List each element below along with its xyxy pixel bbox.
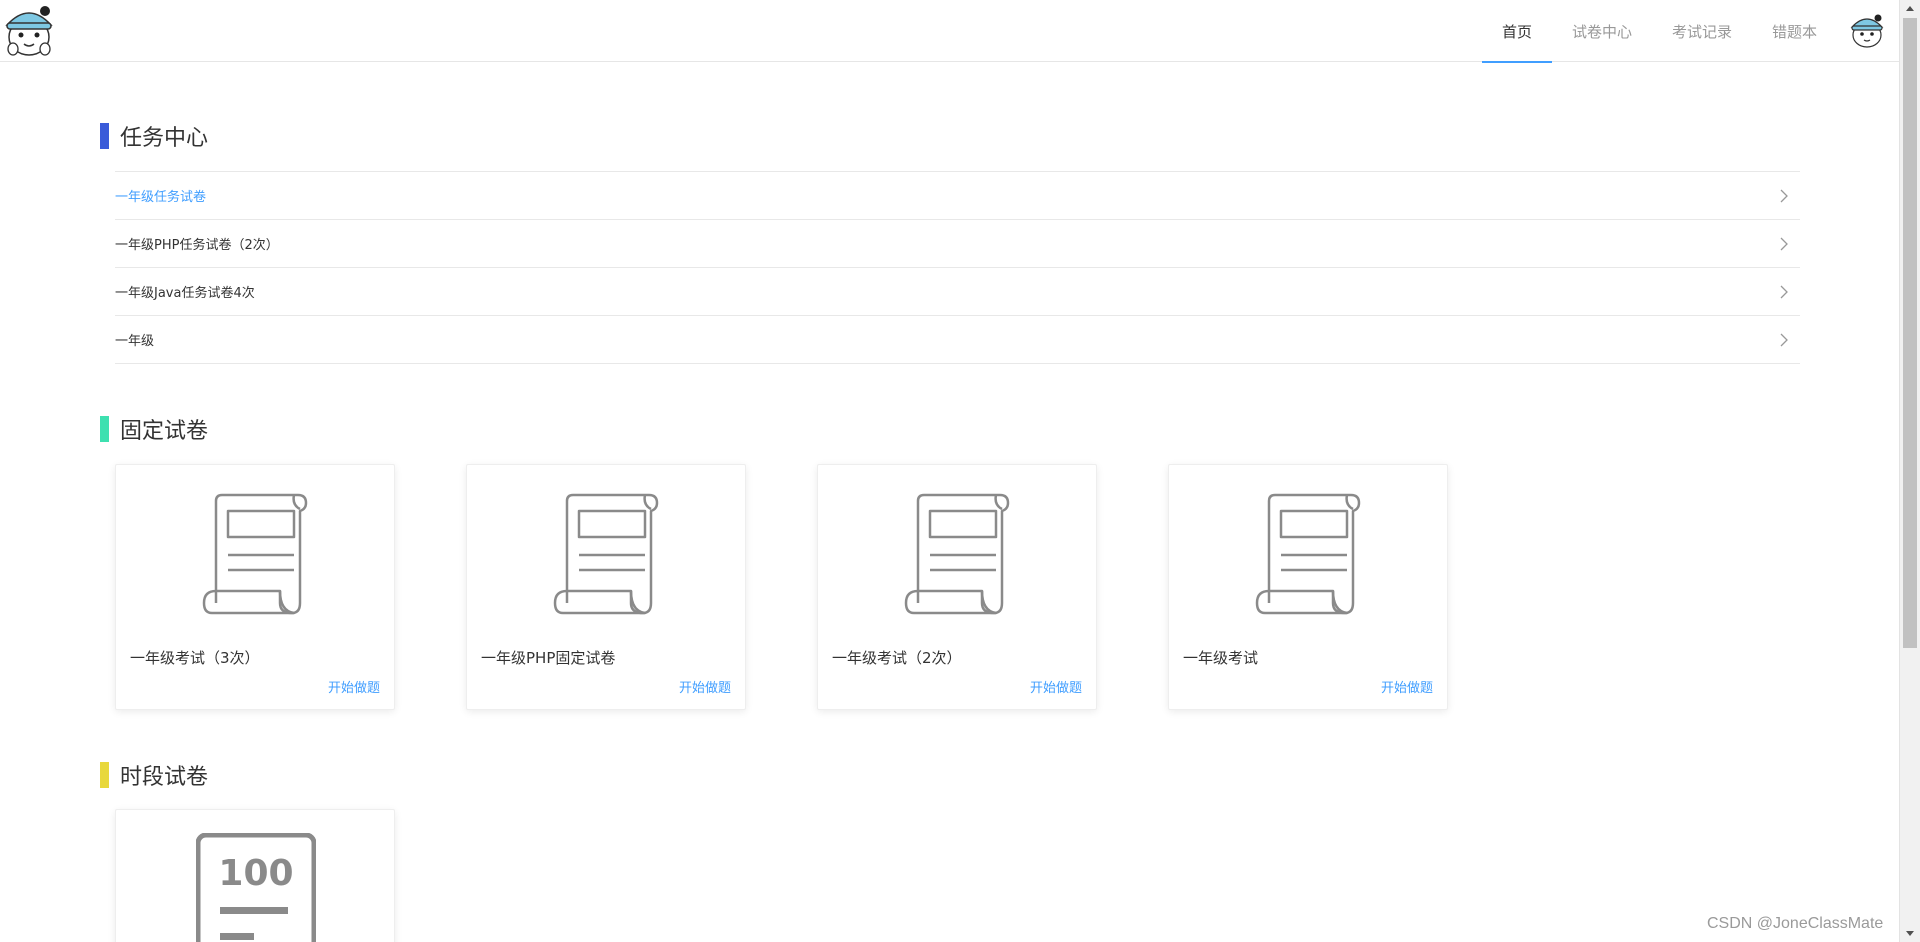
scroll-paper-icon [202,493,308,615]
card-title: 一年级考试（3次） [130,649,260,667]
chevron-right-icon [1780,333,1788,346]
section-fixed-papers: 固定试卷 [100,416,209,444]
paper-card[interactable]: 一年级PHP固定试卷 开始做题 [466,464,746,710]
chevron-right-icon [1780,189,1788,202]
main-nav: 首页 试卷中心 考试记录 错题本 [1481,0,1885,63]
vertical-scrollbar[interactable] [1899,0,1920,942]
section-task-center: 任务中心 [100,123,209,151]
task-row[interactable]: 一年级任务试卷 [115,172,1800,220]
scroll-paper-icon [1255,493,1361,615]
chevron-right-icon [1780,285,1788,298]
section-marker [100,762,109,788]
start-button[interactable]: 开始做题 [1381,677,1433,696]
start-button[interactable]: 开始做题 [328,677,380,696]
logo-icon[interactable] [3,3,55,59]
task-row[interactable]: 一年级PHP任务试卷（2次） [115,220,1800,268]
paper-card[interactable]: 一年级考试（2次） 开始做题 [817,464,1097,710]
task-label: 一年级任务试卷 [115,190,207,205]
nav-paper-center[interactable]: 试卷中心 [1552,0,1652,62]
card-title: 一年级考试（2次） [832,649,962,667]
paper-card[interactable]: 一年级考试（3次） 开始做题 [115,464,395,710]
user-avatar-icon[interactable] [1837,0,1885,62]
section-title: 固定试卷 [120,419,209,444]
nav-home[interactable]: 首页 [1481,0,1552,63]
score-100-icon: 100 [196,833,316,942]
task-label: 一年级 [115,334,155,349]
chevron-right-icon [1780,237,1788,250]
scroll-down-arrow-icon[interactable] [1900,925,1920,942]
watermark-text: CSDN @JoneClassMate [1707,915,1884,932]
section-marker [100,123,109,149]
scroll-paper-icon [553,493,659,615]
scroll-paper-icon [904,493,1010,615]
task-row[interactable]: 一年级 [115,316,1800,364]
top-header: 首页 试卷中心 考试记录 错题本 [0,0,1899,63]
card-title: 一年级考试 [1183,649,1259,667]
start-button[interactable]: 开始做题 [679,677,731,696]
scroll-up-arrow-icon[interactable] [1900,0,1920,17]
card-title: 一年级PHP固定试卷 [481,649,616,667]
task-list: 一年级任务试卷 一年级PHP任务试卷（2次） 一年级Java任务试卷4次 一年级 [115,171,1800,364]
task-label: 一年级PHP任务试卷（2次） [115,238,279,253]
section-title: 时段试卷 [120,765,209,790]
section-marker [100,416,109,442]
section-timed-papers: 时段试卷 [100,762,209,790]
paper-card[interactable]: 一年级考试 开始做题 [1168,464,1448,710]
section-title: 任务中心 [120,126,209,151]
timed-paper-card[interactable]: 100 [115,809,395,942]
task-row[interactable]: 一年级Java任务试卷4次 [115,268,1800,316]
score-icon-text: 100 [218,853,293,894]
nav-wrong-questions[interactable]: 错题本 [1752,0,1837,62]
nav-exam-records[interactable]: 考试记录 [1652,0,1752,62]
task-label: 一年级Java任务试卷4次 [115,286,255,301]
start-button[interactable]: 开始做题 [1030,677,1082,696]
scroll-thumb[interactable] [1903,18,1917,648]
